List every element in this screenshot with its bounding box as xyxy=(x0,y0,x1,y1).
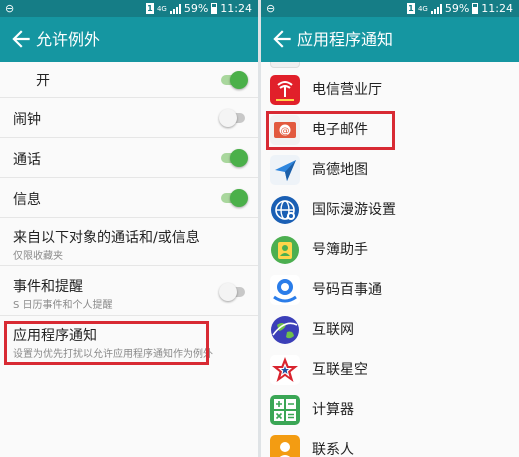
messages-label: 信息 xyxy=(13,192,41,208)
events-reminders-toggle[interactable] xyxy=(219,283,247,301)
app-item-number-info[interactable]: 号码百事通 xyxy=(261,270,519,310)
app-label: 号簿助手 xyxy=(312,242,368,258)
calls-messages-from-row[interactable]: 来自以下对象的通话和/或信息 仅限收藏夹 xyxy=(0,218,258,266)
app-label: 电信营业厅 xyxy=(312,82,382,98)
app-item-roaming[interactable]: 国际漫游设置 xyxy=(261,190,519,230)
alarm-label: 闹钟 xyxy=(13,112,41,128)
roaming-icon xyxy=(270,195,300,225)
calculator-icon xyxy=(270,395,300,425)
battery-level: 59% xyxy=(183,2,209,15)
app-label: 国际漫游设置 xyxy=(312,202,396,218)
app-item-amap[interactable]: 高德地图 xyxy=(261,150,519,190)
events-reminders-label: 事件和提醒 xyxy=(13,279,83,295)
app-label: 联系人 xyxy=(312,442,354,457)
battery-icon xyxy=(472,3,479,14)
messages-row[interactable]: 信息 xyxy=(0,178,258,218)
contacts-icon xyxy=(270,435,300,457)
calls-messages-from-label: 来自以下对象的通话和/或信息 xyxy=(13,230,200,246)
events-reminders-description: S 日历事件和个人提醒 xyxy=(13,300,113,311)
back-arrow-icon[interactable] xyxy=(269,26,295,52)
alarm-row[interactable]: 闹钟 xyxy=(0,98,258,138)
battery-level: 59% xyxy=(444,2,470,15)
do-not-disturb-icon: ⊖ xyxy=(266,2,276,15)
network-type: 4G xyxy=(156,4,167,13)
amap-icon xyxy=(270,155,300,185)
status-time: 11:24 xyxy=(220,2,252,15)
calls-label: 通话 xyxy=(13,152,41,168)
alarm-toggle[interactable] xyxy=(219,109,247,127)
messages-toggle[interactable] xyxy=(219,189,248,207)
app-label: 高德地图 xyxy=(312,162,368,178)
do-not-disturb-icon: ⊖ xyxy=(5,2,15,15)
toolbar: 允许例外 xyxy=(0,17,258,62)
app-label: 互联星空 xyxy=(312,362,368,378)
master-toggle[interactable] xyxy=(219,71,248,89)
allowed-exceptions-screen: ⊖ 1 4G 59% 11:24 允许例外 开 闹钟 通话 信息 来自以下对象的… xyxy=(0,0,258,457)
app-item-calculator[interactable]: 计算器 xyxy=(261,390,519,430)
sim-icon: 1 xyxy=(145,3,154,14)
app-label: 计算器 xyxy=(312,402,354,418)
app-item-star[interactable]: 互联星空 xyxy=(261,350,519,390)
app-item-internet[interactable]: 互联网 xyxy=(261,310,519,350)
telecom-hall-icon xyxy=(270,75,300,105)
highlight-box xyxy=(4,321,209,365)
contacts-helper-icon xyxy=(270,235,300,265)
app-label: 号码百事通 xyxy=(312,282,382,298)
calls-toggle[interactable] xyxy=(219,149,248,167)
calls-row[interactable]: 通话 xyxy=(0,138,258,178)
calls-messages-from-value: 仅限收藏夹 xyxy=(13,251,63,262)
internet-icon xyxy=(270,315,300,345)
master-switch-label: 开 xyxy=(36,73,50,89)
page-title: 应用程序通知 xyxy=(297,30,394,49)
back-arrow-icon[interactable] xyxy=(8,26,34,52)
signal-icon xyxy=(169,3,181,14)
highlight-box xyxy=(266,111,395,150)
network-type: 4G xyxy=(417,4,428,13)
status-bar: ⊖ 1 4G 59% 11:24 xyxy=(261,0,519,17)
app-label: 互联网 xyxy=(312,322,354,338)
scrolled-item-edge xyxy=(261,62,519,70)
sim-icon: 1 xyxy=(406,3,415,14)
toolbar: 应用程序通知 xyxy=(261,17,519,62)
signal-icon xyxy=(430,3,442,14)
star-icon xyxy=(270,355,300,385)
app-item-telecom-hall[interactable]: 电信营业厅 xyxy=(261,70,519,110)
app-item-contacts[interactable]: 联系人 xyxy=(261,430,519,457)
app-item-contacts-helper[interactable]: 号簿助手 xyxy=(261,230,519,270)
events-reminders-row[interactable]: 事件和提醒 S 日历事件和个人提醒 xyxy=(0,266,258,316)
number-info-icon xyxy=(270,275,300,305)
battery-icon xyxy=(211,3,218,14)
master-switch-row[interactable]: 开 xyxy=(0,62,258,98)
app-notifications-screen: ⊖ 1 4G 59% 11:24 应用程序通知 电信营业厅 @ 电子邮件 高德地… xyxy=(261,0,519,457)
page-title: 允许例外 xyxy=(36,30,101,49)
status-bar: ⊖ 1 4G 59% 11:24 xyxy=(0,0,258,17)
status-time: 11:24 xyxy=(481,2,513,15)
